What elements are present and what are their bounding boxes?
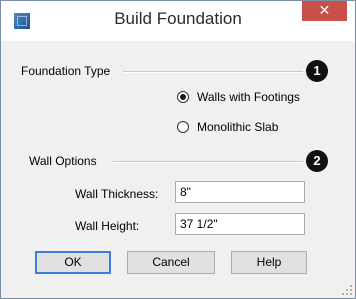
build-foundation-dialog: Build Foundation ✕ Foundation Type 1 Wal… [0,0,356,299]
radio-walls-with-footings[interactable]: Walls with Footings [177,89,300,105]
radio-walls-with-footings-label: Walls with Footings [197,90,300,104]
wall-height-label: Wall Height: [75,219,140,233]
radio-monolithic-slab[interactable]: Monolithic Slab [177,119,278,135]
radio-button-unselected[interactable] [177,121,189,133]
help-button[interactable]: Help [231,251,307,274]
close-icon: ✕ [318,3,331,19]
close-button[interactable]: ✕ [302,1,347,21]
resize-grip-icon[interactable] [342,285,352,295]
wall-thickness-label: Wall Thickness: [75,187,159,201]
wall-options-divider [113,161,303,163]
cancel-button[interactable]: Cancel [127,251,215,274]
foundation-type-label: Foundation Type [21,64,111,78]
ok-button[interactable]: OK [35,251,111,274]
wall-height-field[interactable] [175,213,305,235]
title-bar: Build Foundation ✕ [1,1,355,41]
callout-badge-1: 1 [306,60,328,82]
dialog-body: Foundation Type 1 Walls with Footings Mo… [9,41,347,289]
wall-thickness-field[interactable] [175,181,305,203]
radio-button-selected[interactable] [177,91,189,103]
radio-monolithic-slab-label: Monolithic Slab [197,120,279,134]
callout-badge-2: 2 [306,150,328,172]
foundation-type-divider [123,71,303,73]
wall-options-label: Wall Options [29,154,97,168]
